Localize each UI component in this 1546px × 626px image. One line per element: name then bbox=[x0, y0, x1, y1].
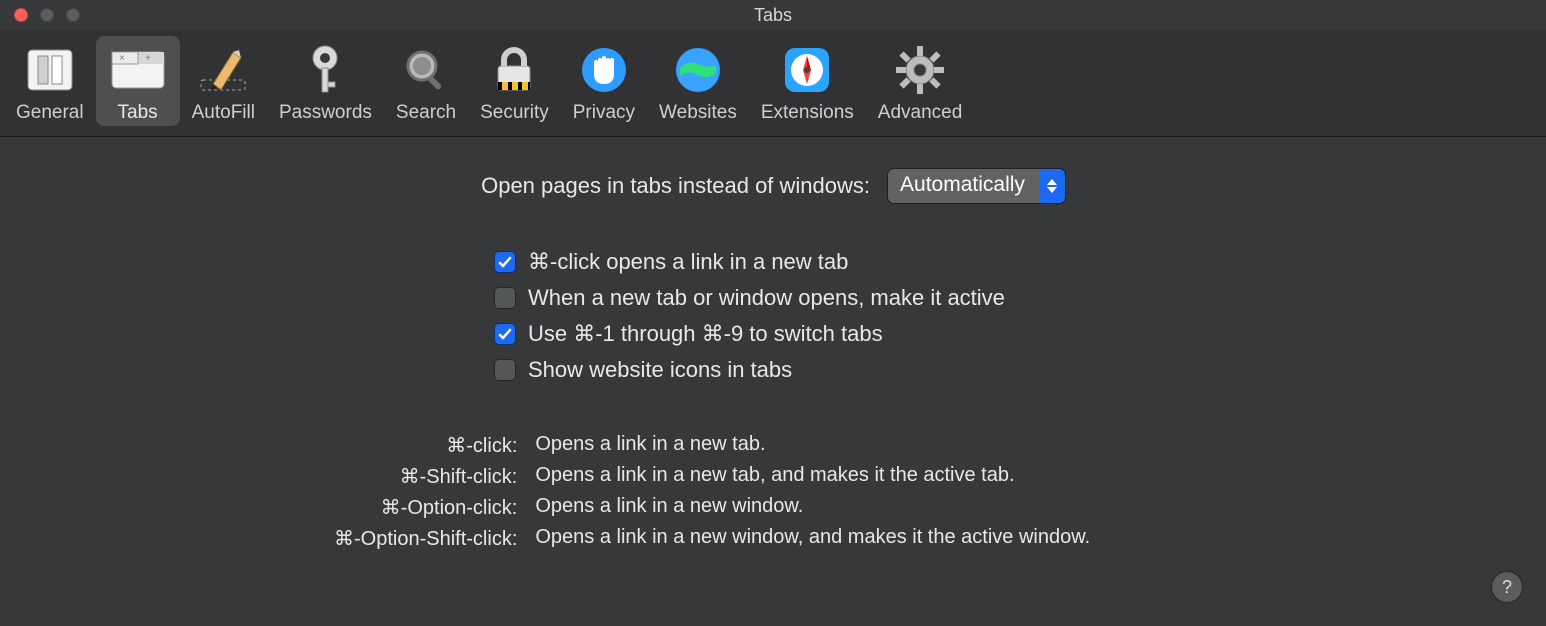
key-icon bbox=[295, 40, 355, 100]
shortcut-key: ⌘-Option-Shift-click: bbox=[334, 526, 517, 551]
preferences-toolbar: General × + Tabs bbox=[0, 30, 1546, 137]
checkbox-icon bbox=[494, 323, 516, 345]
checkbox-group: ⌘-click opens a link in a new tab When a… bbox=[494, 249, 1506, 383]
toolbar-label: Privacy bbox=[573, 102, 635, 124]
checkbox-make-active[interactable]: When a new tab or window opens, make it … bbox=[494, 285, 1506, 311]
shortcut-key: ⌘-click: bbox=[446, 433, 517, 458]
switch-icon bbox=[20, 40, 80, 100]
toolbar-label: AutoFill bbox=[192, 102, 255, 124]
checkbox-icon bbox=[494, 359, 516, 381]
hand-stop-icon bbox=[574, 40, 634, 100]
shortcut-desc: Opens a link in a new window, and makes … bbox=[535, 526, 1090, 551]
toolbar-item-security[interactable]: Security bbox=[468, 36, 561, 126]
checkbox-label: Use ⌘-1 through ⌘-9 to switch tabs bbox=[528, 321, 883, 347]
svg-text:×: × bbox=[119, 53, 125, 64]
stepper-arrows-icon bbox=[1039, 169, 1065, 203]
toolbar-label: Websites bbox=[659, 102, 737, 124]
shortcut-help: ⌘-click: Opens a link in a new tab. ⌘-Sh… bbox=[334, 433, 1506, 551]
window-title: Tabs bbox=[0, 5, 1546, 26]
compass-icon bbox=[777, 40, 837, 100]
toolbar-item-privacy[interactable]: Privacy bbox=[561, 36, 647, 126]
open-pages-label: Open pages in tabs instead of windows: bbox=[481, 173, 870, 199]
svg-text:+: + bbox=[145, 53, 151, 64]
toolbar-item-websites[interactable]: Websites bbox=[647, 36, 749, 126]
checkbox-cmd-click-new-tab[interactable]: ⌘-click opens a link in a new tab bbox=[494, 249, 1506, 275]
checkbox-label: Show website icons in tabs bbox=[528, 357, 792, 383]
pencil-form-icon bbox=[193, 40, 253, 100]
checkbox-label: ⌘-click opens a link in a new tab bbox=[528, 249, 848, 275]
toolbar-label: Security bbox=[480, 102, 549, 124]
toolbar-label: General bbox=[16, 102, 84, 124]
toolbar-label: Search bbox=[396, 102, 456, 124]
checkbox-cmd-number-switch[interactable]: Use ⌘-1 through ⌘-9 to switch tabs bbox=[494, 321, 1506, 347]
toolbar-item-general[interactable]: General bbox=[4, 36, 96, 126]
shortcut-desc: Opens a link in a new tab. bbox=[535, 433, 1090, 458]
shortcut-desc: Opens a link in a new window. bbox=[535, 495, 1090, 520]
help-button[interactable]: ? bbox=[1492, 572, 1522, 602]
title-bar: Tabs bbox=[0, 0, 1546, 30]
gear-icon bbox=[890, 40, 950, 100]
checkbox-show-favicons[interactable]: Show website icons in tabs bbox=[494, 357, 1506, 383]
question-mark-icon: ? bbox=[1502, 577, 1512, 598]
toolbar-item-autofill[interactable]: AutoFill bbox=[180, 36, 267, 126]
toolbar-item-passwords[interactable]: Passwords bbox=[267, 36, 384, 126]
tabs-pane: Open pages in tabs instead of windows: A… bbox=[0, 137, 1546, 571]
open-pages-select[interactable]: Automatically bbox=[888, 169, 1065, 203]
preferences-window: Tabs General × + bbox=[0, 0, 1546, 626]
toolbar-item-search[interactable]: Search bbox=[384, 36, 468, 126]
checkbox-label: When a new tab or window opens, make it … bbox=[528, 285, 1005, 311]
toolbar-label: Advanced bbox=[878, 102, 963, 124]
open-pages-row: Open pages in tabs instead of windows: A… bbox=[40, 169, 1506, 203]
tabs-icon: × + bbox=[108, 40, 168, 100]
toolbar-item-extensions[interactable]: Extensions bbox=[749, 36, 866, 126]
open-pages-value: Automatically bbox=[888, 169, 1039, 203]
globe-icon bbox=[668, 40, 728, 100]
checkbox-icon bbox=[494, 251, 516, 273]
toolbar-item-advanced[interactable]: Advanced bbox=[866, 36, 975, 126]
shortcut-key: ⌘-Option-click: bbox=[381, 495, 518, 520]
magnifying-glass-icon bbox=[396, 40, 456, 100]
checkbox-icon bbox=[494, 287, 516, 309]
toolbar-label: Tabs bbox=[118, 102, 158, 124]
toolbar-label: Passwords bbox=[279, 102, 372, 124]
shortcut-desc: Opens a link in a new tab, and makes it … bbox=[535, 464, 1090, 489]
toolbar-item-tabs[interactable]: × + Tabs bbox=[96, 36, 180, 126]
toolbar-label: Extensions bbox=[761, 102, 854, 124]
lock-icon bbox=[484, 40, 544, 100]
shortcut-key: ⌘-Shift-click: bbox=[400, 464, 518, 489]
